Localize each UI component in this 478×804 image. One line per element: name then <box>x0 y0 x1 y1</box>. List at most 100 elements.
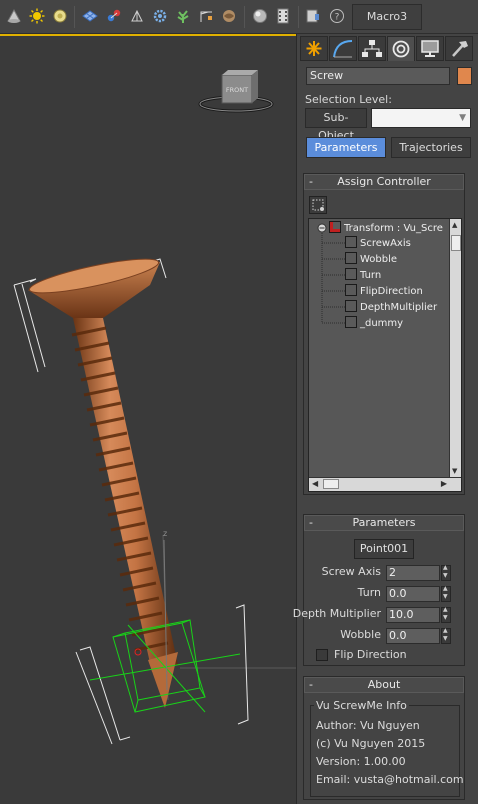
scroll-thumb[interactable] <box>323 479 339 489</box>
modify-curve-icon <box>333 40 353 58</box>
tree-item-label: Wobble <box>360 254 398 265</box>
viewport-active-border <box>0 34 296 804</box>
tree-item-label: Turn <box>360 270 382 281</box>
tree-item-dummy[interactable]: _dummy <box>345 316 403 330</box>
screw-axis-label: Screw Axis <box>321 565 381 578</box>
plant-icon[interactable] <box>175 8 191 24</box>
depth-multiplier-spinner[interactable] <box>441 606 451 623</box>
shaded-sphere-icon[interactable] <box>252 8 268 24</box>
sphere-icon[interactable] <box>52 8 68 24</box>
create-star-icon <box>306 41 322 56</box>
screw-axis-spinner[interactable] <box>441 564 451 581</box>
selection-level-label: Selection Level: <box>305 93 392 106</box>
scroll-right-arrow-icon[interactable]: ▶ <box>441 479 447 488</box>
axis-icon[interactable] <box>129 8 145 24</box>
cone-icon[interactable] <box>6 8 22 24</box>
tree-item-wobble[interactable]: Wobble <box>345 252 397 266</box>
assign-controller-rollout: - Assign Controller Transform : Vu_Scre S… <box>303 173 465 495</box>
collapse-icon: - <box>309 516 313 529</box>
assign-controller-button[interactable] <box>309 196 327 214</box>
info-group-title: Vu ScrewMe Info <box>314 699 409 712</box>
gear-icon[interactable] <box>152 8 168 24</box>
tree-item-depthmultiplier[interactable]: DepthMultiplier <box>345 300 437 314</box>
sub-object-button[interactable]: Sub-Object <box>305 108 367 142</box>
scroll-thumb[interactable] <box>451 235 461 251</box>
create-tab[interactable] <box>300 36 328 61</box>
collapse-icon: - <box>309 175 313 188</box>
point-pick-button[interactable]: Point001 <box>354 539 414 559</box>
rollout-header[interactable]: - Parameters <box>304 515 464 531</box>
email-text: Email: vusta@hotmail.com <box>316 773 464 786</box>
scroll-down-arrow-icon[interactable]: ▼ <box>452 467 457 475</box>
crane-icon[interactable] <box>198 8 214 24</box>
object-name-field[interactable]: Screw <box>306 67 450 85</box>
turn-field[interactable]: 0.0 <box>386 586 440 602</box>
flip-direction-checkbox[interactable] <box>316 649 328 661</box>
controller-icon <box>345 268 357 280</box>
scroll-left-arrow-icon[interactable]: ◀ <box>312 479 318 488</box>
tree-item-screwaxis[interactable]: ScrewAxis <box>345 236 411 250</box>
flip-direction-label: Flip Direction <box>334 648 407 661</box>
rollout-title: Assign Controller <box>337 175 431 188</box>
rollout-header[interactable]: - Assign Controller <box>304 174 464 190</box>
hierarchy-tab[interactable] <box>358 36 386 61</box>
toolbar-separator <box>244 6 245 28</box>
turn-label: Turn <box>357 586 381 599</box>
trajectories-tab[interactable]: Trajectories <box>391 137 471 158</box>
display-tab[interactable] <box>416 36 444 61</box>
sun-icon[interactable] <box>29 8 45 24</box>
depth-multiplier-field[interactable]: 10.0 <box>386 607 440 623</box>
tree-vertical-scrollbar[interactable]: ▲ ▼ <box>449 219 461 477</box>
perspective-viewport[interactable]: FRONT z <box>0 34 296 804</box>
controller-icon <box>345 300 357 312</box>
list-icon[interactable] <box>305 8 321 24</box>
pattern-icon[interactable] <box>221 8 237 24</box>
sub-object-dropdown[interactable]: ▼ <box>371 108 471 128</box>
film-strip-icon[interactable] <box>275 8 291 24</box>
hammer-icon <box>452 41 468 57</box>
tree-item-flipdirection[interactable]: FlipDirection <box>345 284 423 298</box>
svg-text:?: ? <box>335 13 340 23</box>
macro-button[interactable]: Macro3 <box>352 4 422 30</box>
tree-item-turn[interactable]: Turn <box>345 268 381 282</box>
transform-controller-icon <box>329 221 341 233</box>
grid-icon[interactable] <box>82 8 98 24</box>
command-panel: Screw Selection Level: Sub-Object ▼ Para… <box>293 34 478 804</box>
collapse-icon: - <box>309 678 313 691</box>
modify-tab[interactable] <box>329 36 357 61</box>
object-color-swatch[interactable] <box>457 67 472 85</box>
rollout-title: Parameters <box>352 516 416 529</box>
tree-item-label: FlipDirection <box>360 286 423 297</box>
rollout-header[interactable]: - About <box>304 677 464 693</box>
scroll-up-arrow-icon[interactable]: ▲ <box>452 221 457 229</box>
controller-tree[interactable]: Transform : Vu_Scre ScrewAxis Wobble Tur… <box>308 218 462 492</box>
turn-spinner[interactable] <box>441 585 451 602</box>
tree-item-transform[interactable]: Transform : Vu_Scre <box>329 221 443 235</box>
controller-icon <box>345 236 357 248</box>
tree-horizontal-scrollbar[interactable]: ◀ ▶ <box>309 477 461 491</box>
hierarchy-icon <box>362 40 382 57</box>
parameters-tab[interactable]: Parameters <box>306 137 386 158</box>
molecule-icon[interactable] <box>106 8 122 24</box>
help-icon[interactable]: ? <box>329 8 345 24</box>
tree-item-label: DepthMultiplier <box>360 302 438 313</box>
tree-item-label: _dummy <box>360 318 404 329</box>
screw-axis-field[interactable]: 2 <box>386 565 440 581</box>
wobble-field[interactable]: 0.0 <box>386 628 440 644</box>
motion-tab[interactable] <box>387 36 415 61</box>
rollout-title: About <box>367 678 401 691</box>
copyright-text: (c) Vu Nguyen 2015 <box>316 737 426 750</box>
motion-icon <box>392 40 410 58</box>
version-text: Version: 1.00.00 <box>316 755 406 768</box>
tree-item-label: ScrewAxis <box>360 238 411 249</box>
toolbar-separator <box>298 6 299 28</box>
depth-multiplier-label: Depth Multiplier <box>292 607 381 620</box>
utilities-tab[interactable] <box>445 36 473 61</box>
dropdown-arrow-icon: ▼ <box>459 113 466 123</box>
wobble-spinner[interactable] <box>441 627 451 644</box>
parameters-rollout: - Parameters Point001 Screw Axis 2 Turn 0… <box>293 514 465 666</box>
wobble-label: Wobble <box>340 628 381 641</box>
toolbar-separator <box>74 6 75 28</box>
assign-controller-icon <box>312 199 324 211</box>
display-monitor-icon <box>421 40 439 57</box>
